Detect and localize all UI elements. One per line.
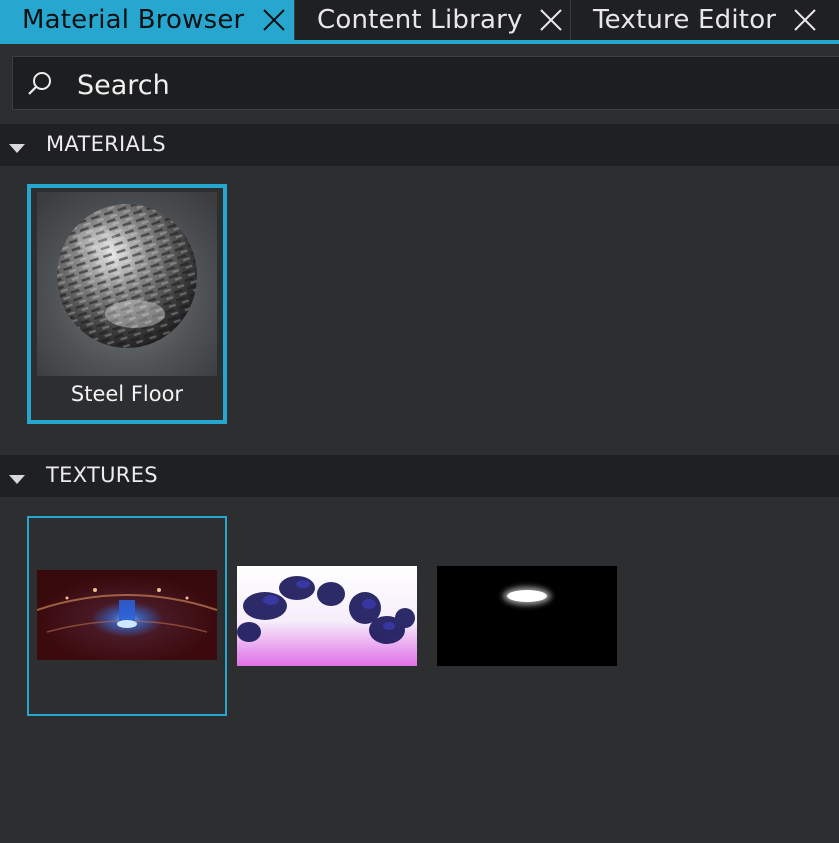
tab-material-browser-label: Material Browser (22, 5, 245, 35)
tab-bar-accent-line (0, 40, 839, 44)
section-header-textures[interactable]: TEXTURES (0, 455, 839, 497)
tab-texture-editor-label: Texture Editor (593, 5, 777, 35)
tab-bar: Material Browser Content Library Texture… (0, 0, 839, 44)
texture-item-purple-white-hdri[interactable] (237, 566, 417, 666)
tab-content-library-label: Content Library (317, 5, 523, 35)
close-icon[interactable] (539, 8, 563, 32)
section-header-materials[interactable]: MATERIALS (0, 124, 839, 166)
metallic-sphere-preview (37, 192, 217, 376)
texture-item-black-light-spot[interactable] (437, 566, 617, 666)
tab-content-library[interactable]: Content Library (294, 0, 570, 40)
search-icon (27, 71, 53, 97)
close-icon[interactable] (262, 8, 286, 32)
search-box[interactable] (12, 56, 839, 110)
material-browser-panel: Material Browser Content Library Texture… (0, 0, 839, 843)
material-item-steel-floor[interactable]: Steel Floor (27, 184, 227, 424)
section-title-textures: TEXTURES (46, 463, 158, 487)
collapse-caret-icon[interactable] (9, 139, 25, 153)
section-title-materials: MATERIALS (46, 132, 166, 156)
search-input[interactable] (75, 65, 779, 105)
tab-material-browser[interactable]: Material Browser (0, 0, 294, 40)
texture-item-dark-red-hdri[interactable] (37, 570, 217, 660)
tab-texture-editor[interactable]: Texture Editor (570, 0, 839, 40)
close-icon[interactable] (793, 8, 817, 32)
material-item-label: Steel Floor (70, 382, 184, 406)
collapse-caret-icon[interactable] (9, 470, 25, 484)
